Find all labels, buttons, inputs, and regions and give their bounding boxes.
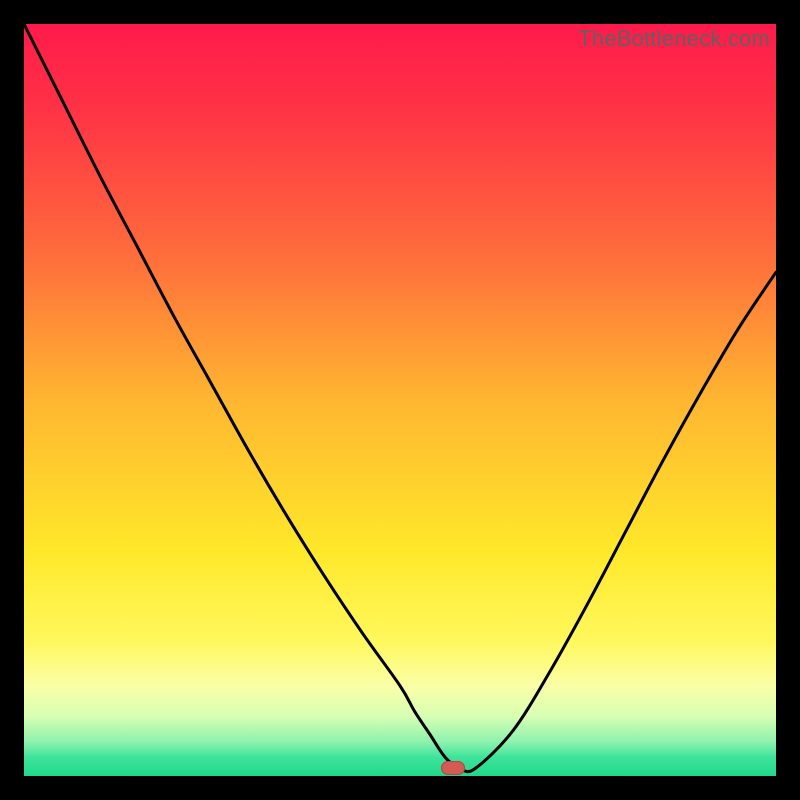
gradient-background <box>24 24 776 776</box>
optimal-point-marker <box>441 761 465 775</box>
chart-canvas <box>24 24 776 776</box>
plot-area: TheBottleneck.com <box>24 24 776 776</box>
chart-frame: TheBottleneck.com <box>0 0 800 800</box>
watermark-text: TheBottleneck.com <box>578 26 770 52</box>
